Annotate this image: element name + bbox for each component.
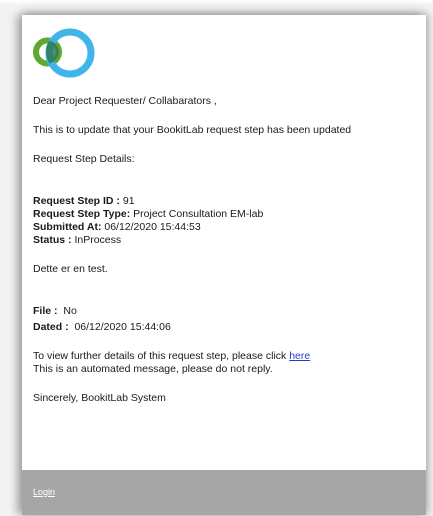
request-step-details: Request Step ID : 91 Request Step Type: … (33, 195, 418, 247)
dated-row: Dated : 06/12/2020 15:44:06 (33, 321, 418, 334)
request-step-id-label: Request Step ID : (33, 195, 120, 207)
screen: Dear Project Requester/ Collabarators , … (0, 0, 433, 516)
signoff: Sincerely, BookitLab System (33, 392, 166, 404)
status-label: Status : (33, 234, 72, 246)
email-card: Dear Project Requester/ Collabarators , … (22, 15, 426, 515)
dated-label: Dated : (33, 321, 69, 333)
email-footer: Login (22, 470, 426, 515)
submitted-at-value: 06/12/2020 15:44:53 (104, 221, 201, 233)
view-details-text: To view further details of this request … (33, 350, 287, 362)
file-details: File : No Dated : 06/12/2020 15:44:06 (33, 305, 418, 334)
bookitlab-logo-icon (33, 28, 95, 78)
automated-notice: This is an automated message, please do … (33, 363, 273, 375)
login-link[interactable]: Login (33, 487, 55, 497)
top-fade (0, 0, 433, 6)
request-step-id-value: 91 (122, 195, 135, 207)
request-step-type-label: Request Step Type: (33, 208, 131, 220)
status-row: Status : InProcess (33, 234, 418, 247)
file-row: File : No (33, 305, 418, 318)
here-link[interactable]: here (289, 350, 310, 362)
submitted-at-row: Submitted At: 06/12/2020 15:44:53 (33, 221, 418, 234)
request-step-type-value: Project Consultation EM-lab (133, 208, 264, 220)
request-step-id-row: Request Step ID : 91 (33, 195, 418, 208)
file-label: File : (33, 305, 58, 317)
submitted-at-label: Submitted At: (33, 221, 102, 233)
comment-text: Dette er en test. (33, 263, 108, 275)
status-value: InProcess (74, 234, 122, 246)
file-value: No (63, 305, 77, 317)
view-details-row: To view further details of this request … (33, 350, 418, 363)
details-heading: Request Step Details: (33, 153, 135, 165)
request-step-type-row: Request Step Type: Project Consultation … (33, 208, 418, 221)
email-body: Dear Project Requester/ Collabarators , … (33, 95, 418, 405)
dated-value: 06/12/2020 15:44:06 (74, 321, 171, 333)
intro-text: This is to update that your BookitLab re… (33, 124, 352, 136)
greeting: Dear Project Requester/ Collabarators , (33, 95, 217, 107)
